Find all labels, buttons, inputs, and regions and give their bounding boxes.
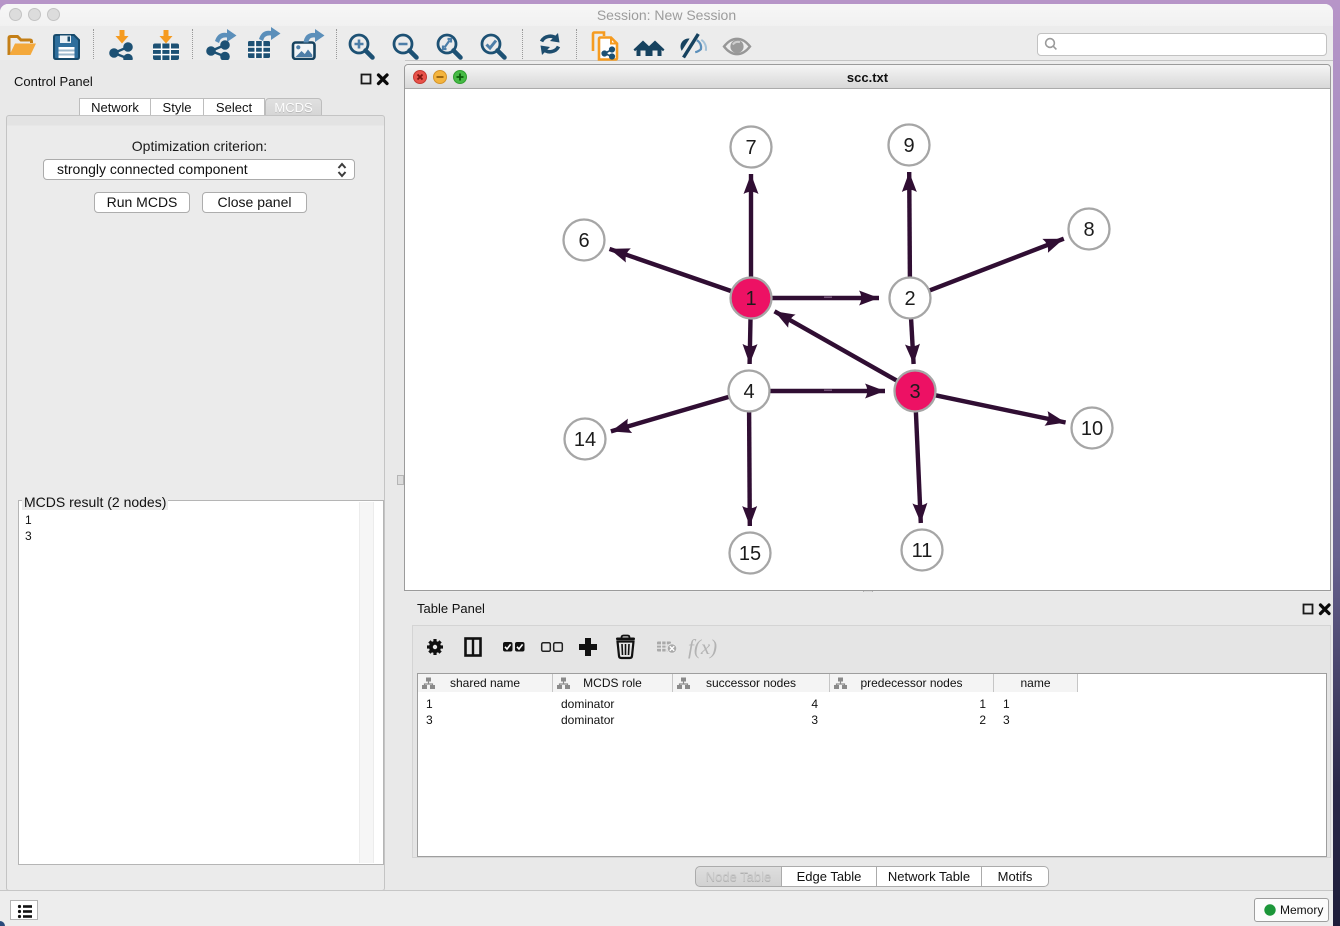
svg-text:14: 14 — [574, 429, 596, 451]
svg-text:3: 3 — [909, 381, 920, 403]
svg-text:8: 8 — [1083, 219, 1094, 241]
svg-text:2: 2 — [904, 288, 915, 310]
svg-text:1: 1 — [745, 288, 756, 310]
svg-text:f(x): f(x) — [688, 635, 717, 659]
svg-text:11: 11 — [912, 540, 933, 562]
svg-text:9: 9 — [903, 135, 914, 157]
svg-text:7: 7 — [745, 137, 756, 159]
svg-text:6: 6 — [578, 230, 589, 252]
svg-text:15: 15 — [739, 543, 761, 565]
svg-text:10: 10 — [1081, 418, 1103, 440]
svg-text:4: 4 — [743, 381, 754, 403]
